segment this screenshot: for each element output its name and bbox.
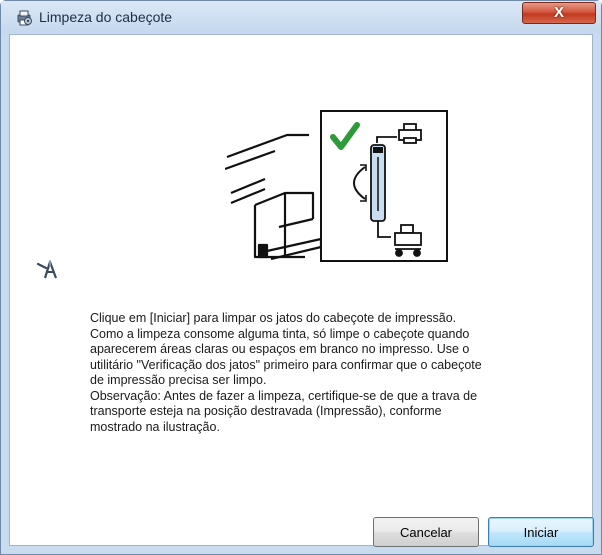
cleaning-dialog-window: Limpeza do cabeçote X Clique em [Iniciar… xyxy=(0,0,602,555)
start-button[interactable]: Iniciar xyxy=(488,517,594,547)
printer-body-icon xyxy=(225,133,323,261)
printer-gear-icon xyxy=(17,10,32,26)
window-title: Limpeza do cabeçote xyxy=(39,9,173,25)
utility-wrench-icon xyxy=(36,260,58,279)
instruction-text: Clique em [Iniciar] para limpar os jatos… xyxy=(90,311,482,434)
cancel-button[interactable]: Cancelar xyxy=(373,517,479,547)
close-icon: X xyxy=(553,4,564,21)
title-bar[interactable]: Limpeza do cabeçote X xyxy=(1,1,601,33)
dialog-client-area: Clique em [Iniciar] para limpar os jatos… xyxy=(9,34,594,547)
printer-illustration xyxy=(225,110,448,262)
close-button[interactable]: X xyxy=(522,2,596,24)
